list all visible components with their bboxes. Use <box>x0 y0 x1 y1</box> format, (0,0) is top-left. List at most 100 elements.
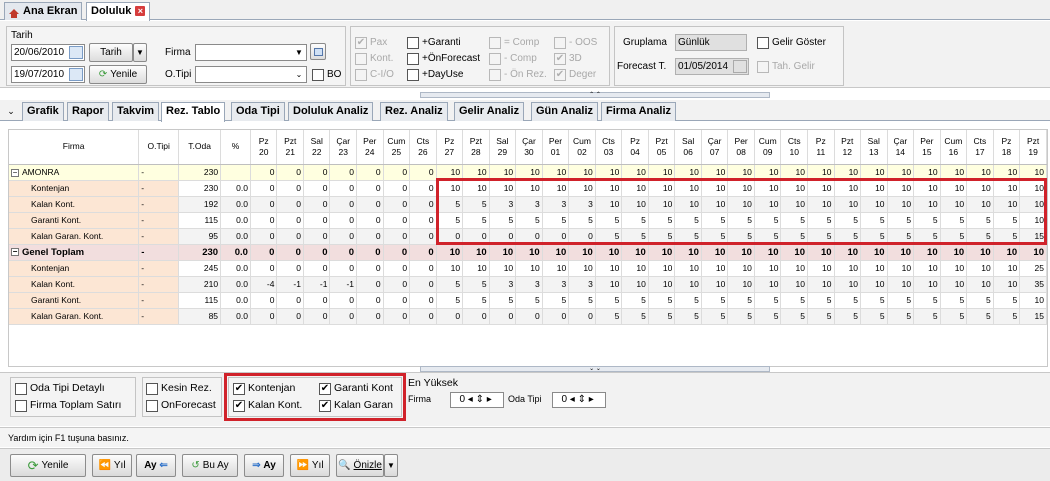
table-cell[interactable]: 10 <box>568 244 596 261</box>
table-cell[interactable]: 5 <box>940 292 968 309</box>
table-cell[interactable]: 5 <box>648 292 676 309</box>
day-column-header[interactable]: Sal 13 <box>860 130 888 165</box>
table-cell[interactable]: 5 <box>462 276 490 293</box>
table-cell[interactable]: 35 <box>1019 276 1047 293</box>
oda-tipi-detayli-checkbox[interactable] <box>15 383 27 395</box>
table-cell[interactable]: 5 <box>727 292 755 309</box>
table-cell[interactable]: 5 <box>780 308 808 325</box>
table-cell[interactable]: 0 <box>356 244 384 261</box>
day-column-header[interactable]: Cts 03 <box>595 130 623 165</box>
table-cell[interactable]: 0 <box>356 180 384 197</box>
day-column-header[interactable]: Pzt 28 <box>462 130 490 165</box>
table-cell[interactable]: 5 <box>621 292 649 309</box>
table-cell[interactable]: 10 <box>780 276 808 293</box>
table-cell[interactable]: 0 <box>303 292 331 309</box>
table-cell[interactable]: 0 <box>356 196 384 213</box>
table-cell[interactable]: 5 <box>701 292 729 309</box>
day-column-header[interactable]: Pzt 19 <box>1019 130 1047 165</box>
table-cell[interactable]: 0 <box>356 228 384 245</box>
table-cell[interactable]: 10 <box>887 276 915 293</box>
table-cell[interactable]: 0 <box>409 244 437 261</box>
table-cell[interactable]: 0 <box>329 164 358 181</box>
table-cell[interactable]: 10 <box>834 260 862 277</box>
table-cell[interactable]: -4 <box>250 276 278 293</box>
table-cell[interactable]: 0 <box>409 260 437 277</box>
tab-gelir-analiz[interactable]: Gelir Analiz <box>454 102 525 121</box>
tab-doluluk[interactable]: Doluluk × <box>86 2 151 21</box>
table-cell[interactable]: 5 <box>754 292 782 309</box>
table-cell[interactable]: 0 <box>250 196 278 213</box>
table-cell[interactable]: 0 <box>356 212 384 229</box>
this-month-button[interactable]: ↺ Bu Ay <box>182 454 238 477</box>
day-column-header[interactable]: Cts 17 <box>966 130 994 165</box>
table-cell[interactable]: 10 <box>966 276 994 293</box>
table-cell[interactable]: 5 <box>489 292 517 309</box>
table-cell[interactable]: 0 <box>515 308 543 325</box>
table-cell[interactable]: 10 <box>993 276 1021 293</box>
collapse-icon[interactable]: − <box>11 247 19 256</box>
table-cell[interactable]: 0 <box>329 212 358 229</box>
table-cell[interactable]: 10 <box>807 244 835 261</box>
table-cell[interactable]: 10 <box>1019 292 1047 309</box>
table-cell[interactable]: 0 <box>383 212 411 229</box>
table-cell[interactable]: 0 <box>276 196 304 213</box>
table-cell[interactable]: 0 <box>250 260 278 277</box>
next-month-button[interactable]: ⇒ Ay <box>244 454 284 477</box>
table-cell[interactable]: 10 <box>966 244 994 261</box>
bo-checkbox[interactable] <box>312 69 324 81</box>
table-cell[interactable]: 5 <box>834 292 862 309</box>
column-header-3[interactable]: % <box>220 130 251 165</box>
calendar-icon[interactable] <box>69 46 83 59</box>
calendar-icon[interactable] <box>733 60 747 73</box>
table-cell[interactable]: 0 <box>329 292 358 309</box>
table-row[interactable]: Kalan Kont. -210 0.0 -4 -1 -1 -1 0 0 0 5 5 3 3 3 3 10 10 1… <box>9 276 1047 293</box>
day-column-header[interactable]: Per 08 <box>727 130 755 165</box>
table-cell[interactable]: 5 <box>913 292 941 309</box>
table-cell[interactable]: 0 <box>383 292 411 309</box>
table-cell[interactable]: 5 <box>966 292 994 309</box>
table-cell[interactable]: 5 <box>701 308 729 325</box>
table-cell[interactable]: 5 <box>462 292 490 309</box>
day-column-header[interactable]: Cts 10 <box>780 130 808 165</box>
table-cell[interactable]: 10 <box>860 276 888 293</box>
table-cell[interactable]: 0 <box>276 308 304 325</box>
table-cell[interactable]: 0 <box>250 228 278 245</box>
firma-lookup-button[interactable] <box>310 43 326 60</box>
yenile-bottom-button[interactable]: ⟳ Yenile <box>10 454 86 477</box>
dayuse-checkbox[interactable] <box>407 69 419 81</box>
table-cell[interactable]: 10 <box>489 260 517 277</box>
day-column-header[interactable]: Pzt 21 <box>276 130 304 165</box>
table-cell[interactable]: 10 <box>674 260 702 277</box>
table-cell[interactable]: 0 <box>356 164 384 181</box>
day-column-header[interactable]: Cum 16 <box>940 130 968 165</box>
table-cell[interactable]: 10 <box>515 260 543 277</box>
table-cell[interactable]: 10 <box>648 244 676 261</box>
table-cell[interactable]: 5 <box>436 292 464 309</box>
table-cell[interactable]: 0 <box>303 260 331 277</box>
close-tab-icon[interactable]: × <box>135 6 146 17</box>
table-cell[interactable]: 10 <box>727 260 755 277</box>
table-cell[interactable]: 10 <box>436 260 464 277</box>
table-cell[interactable]: 5 <box>542 292 570 309</box>
table-cell[interactable]: 10 <box>860 260 888 277</box>
table-cell[interactable]: 0 <box>250 244 278 261</box>
day-column-header[interactable]: Pz 27 <box>436 130 464 165</box>
garanti-checkbox[interactable] <box>407 37 419 49</box>
table-cell[interactable]: 10 <box>913 260 941 277</box>
otipi-select[interactable]: ⌄ <box>195 66 307 83</box>
table-cell[interactable]: 0 <box>250 180 278 197</box>
table-cell[interactable]: 10 <box>621 260 649 277</box>
table-cell[interactable]: 0 <box>409 308 437 325</box>
table-row[interactable]: − Genel Toplam -230 0.0 0 0 0 0 0 0 0 10 10 10 10 10 10 1… <box>9 244 1047 261</box>
table-cell[interactable]: 0 <box>329 228 358 245</box>
collapse-icon[interactable]: − <box>11 168 19 177</box>
table-cell[interactable]: 5 <box>674 292 702 309</box>
table-cell[interactable]: 5 <box>727 308 755 325</box>
tah-gelir-checkbox[interactable] <box>757 61 769 73</box>
collapse-chevron-icon[interactable]: ⌄ <box>4 104 18 118</box>
yenile-button[interactable]: ⟳ Yenile <box>89 65 147 84</box>
table-cell[interactable]: 15 <box>1019 308 1047 325</box>
column-header-1[interactable]: O.Tipi <box>138 130 180 165</box>
table-cell[interactable]: 5 <box>860 308 888 325</box>
table-cell[interactable]: 0 <box>303 180 331 197</box>
